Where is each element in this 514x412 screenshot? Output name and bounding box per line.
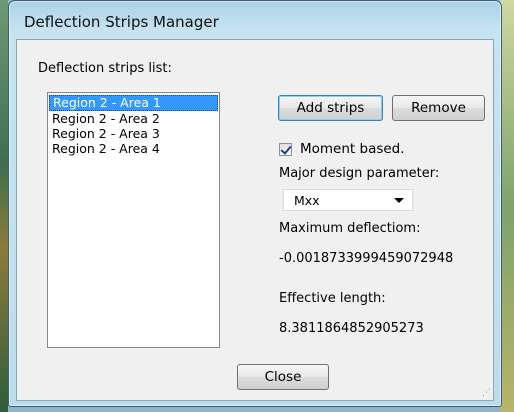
moment-based-option[interactable]: Moment based. [279, 141, 405, 157]
effective-length-value: 8.3811864852905273 [279, 321, 424, 336]
desktop-background-right [500, 0, 514, 412]
major-design-parameter-label: Major design parameter: [279, 166, 440, 181]
chevron-down-icon [394, 198, 404, 203]
add-strips-button[interactable]: Add strips [278, 95, 383, 121]
dialog-client-area: Deflection strips list: Region 2 - Area … [16, 39, 494, 401]
major-design-parameter-value: Mxx [294, 192, 320, 208]
remove-button[interactable]: Remove [392, 95, 485, 121]
window-title: Deflection Strips Manager [24, 13, 219, 31]
strips-listbox[interactable]: Region 2 - Area 1 Region 2 - Area 2 Regi… [47, 92, 220, 348]
strips-list-label: Deflection strips list: [38, 61, 172, 76]
major-design-parameter-select[interactable]: Mxx [283, 189, 413, 211]
moment-based-label: Moment based. [300, 141, 405, 157]
list-item[interactable]: Region 2 - Area 1 [49, 95, 218, 111]
effective-length-label: Effective length: [279, 291, 386, 306]
dialog-window: Deflection Strips Manager Deflection str… [8, 0, 502, 407]
desktop-background-left [0, 0, 8, 412]
resize-grip-icon[interactable]: ⋰ [482, 388, 491, 398]
max-deflection-label: Maximum deflectiom: [279, 221, 421, 236]
list-item[interactable]: Region 2 - Area 2 [49, 111, 218, 126]
close-button[interactable]: Close [237, 364, 329, 390]
moment-based-checkbox[interactable] [279, 142, 292, 156]
list-item[interactable]: Region 2 - Area 4 [49, 141, 218, 156]
max-deflection-value: -0.0018733999459072948 [279, 251, 454, 266]
list-item[interactable]: Region 2 - Area 3 [49, 126, 218, 141]
